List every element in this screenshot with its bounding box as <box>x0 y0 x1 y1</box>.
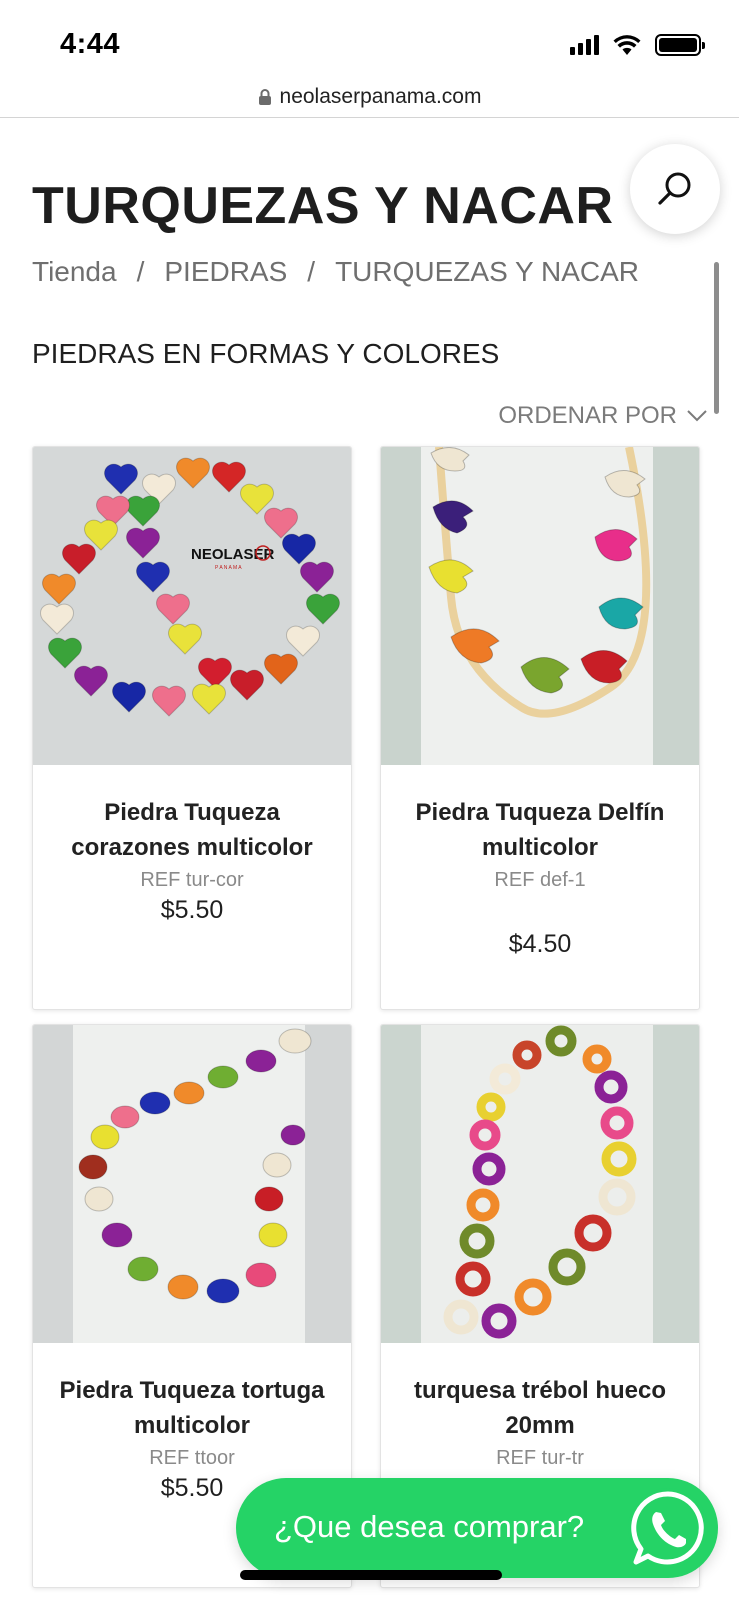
product-name[interactable]: Piedra Tuqueza Delfín multicolor <box>399 795 681 865</box>
breadcrumb-item-current: TURQUEZAS Y NACAR <box>335 256 639 287</box>
product-name[interactable]: Piedra Tuqueza tortuga multicolor <box>51 1373 333 1443</box>
whatsapp-label: ¿Que desea comprar? <box>274 1509 585 1544</box>
sort-label: ORDENAR POR <box>498 402 677 429</box>
battery-icon <box>655 34 705 56</box>
product-ref: REF tur-cor <box>140 869 244 891</box>
product-card[interactable]: Piedra Tuqueza Delfín multicolor REF def… <box>380 446 700 1010</box>
url-text[interactable]: neolaserpanama.com <box>280 85 482 109</box>
sort-dropdown[interactable]: ORDENAR POR <box>498 402 707 430</box>
lock-icon <box>258 88 271 105</box>
product-card[interactable]: NEOLASER P A N A M A Piedra Tuqueza cora… <box>32 446 352 1010</box>
search-button[interactable] <box>630 144 720 234</box>
search-icon <box>658 172 691 205</box>
product-price: $5.50 <box>160 896 224 924</box>
breadcrumb-item-tienda[interactable]: Tienda <box>32 256 117 288</box>
product-info: Piedra Tuqueza corazones multicolor REF … <box>33 765 351 925</box>
product-price: $4.50 <box>508 930 572 958</box>
product-info: turquesa trébol hueco 20mm REF tur-tr <box>381 1343 699 1470</box>
product-name[interactable]: turquesa trébol hueco 20mm <box>399 1373 681 1443</box>
breadcrumb-separator: / <box>307 256 316 287</box>
status-bar: 4:44 <box>0 0 739 78</box>
page-title: TURQUEZAS Y NACAR <box>32 177 614 235</box>
breadcrumb: Tienda / PIEDRAS / TURQUEZAS Y NACAR <box>32 256 639 288</box>
signal-icon <box>570 35 599 55</box>
home-indicator <box>240 1570 502 1580</box>
dolphin-strand-photo[interactable] <box>381 447 699 765</box>
scrollbar[interactable] <box>714 262 719 414</box>
clover-strand-photo[interactable] <box>381 1025 699 1343</box>
whatsapp-icon <box>628 1488 708 1568</box>
status-icons <box>570 34 705 56</box>
product-ref: REF ttoor <box>149 1447 235 1469</box>
turtle-necklace-photo[interactable] <box>33 1025 351 1343</box>
subcategory-link[interactable]: PIEDRAS EN FORMAS Y COLORES <box>32 338 499 370</box>
address-bar[interactable]: neolaserpanama.com <box>0 76 739 118</box>
product-info: Piedra Tuqueza Delfín multicolor REF def… <box>381 765 699 959</box>
wifi-icon <box>613 35 641 55</box>
hearts-bracelet-photo[interactable]: NEOLASER P A N A M A <box>33 447 351 765</box>
product-ref: REF tur-tr <box>496 1447 584 1469</box>
whatsapp-chat-button[interactable]: ¿Que desea comprar? <box>236 1478 718 1578</box>
product-name[interactable]: Piedra Tuqueza corazones multicolor <box>51 795 333 865</box>
status-time: 4:44 <box>60 28 121 60</box>
product-ref: REF def-1 <box>494 869 586 891</box>
breadcrumb-separator: / <box>136 256 145 287</box>
svg-text:P A N A M A: P A N A M A <box>215 565 242 571</box>
breadcrumb-item-piedras[interactable]: PIEDRAS <box>164 256 287 288</box>
chevron-down-icon <box>687 410 707 422</box>
